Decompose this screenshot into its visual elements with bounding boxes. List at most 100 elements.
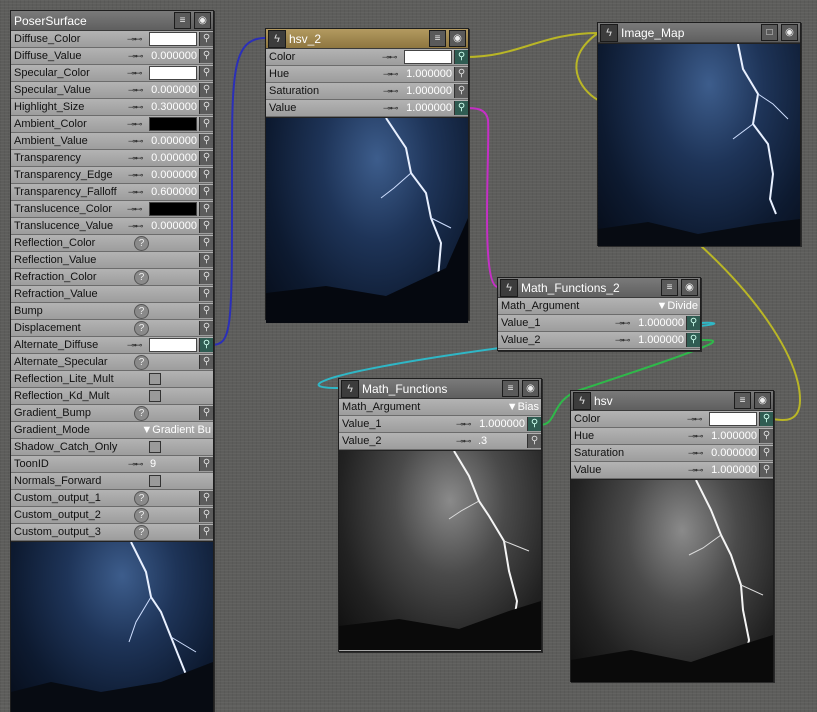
param-value[interactable]: 1.000000 <box>637 317 686 329</box>
param-value[interactable]: 1.000000 <box>710 464 759 476</box>
link-icon[interactable]: ⊸⊷ <box>383 70 403 79</box>
param-row-normals-forward[interactable]: Normals_Forward <box>11 473 213 490</box>
input-socket-icon[interactable]: ⚲ <box>199 253 213 267</box>
param-row-saturation[interactable]: Saturation ⊸⊷ 1.000000 ⚲ <box>266 83 468 100</box>
link-icon[interactable]: ⊸⊷ <box>615 319 635 328</box>
poser-surface-node[interactable]: PoserSurface ≡ ◉ Diffuse_Color ⊸⊷ ⚲ Diffuse… <box>10 10 214 712</box>
options-icon[interactable]: ≡ <box>174 12 191 29</box>
param-row-reflection-value[interactable]: Reflection_Value ⚲ <box>11 252 213 269</box>
param-row-diffuse-color[interactable]: Diffuse_Color ⊸⊷ ⚲ <box>11 31 213 48</box>
math-functions-header[interactable]: ϟ Math_Functions ≡ ◉ <box>339 379 541 399</box>
question-icon[interactable]: ? <box>134 303 149 319</box>
hsv-2-node[interactable]: ϟ hsv_2 ≡ ◉ Color ⊸⊷ ⚲ Hue ⊸⊷ 1.000000 ⚲ Satura… <box>265 28 469 323</box>
color-swatch[interactable] <box>149 32 197 46</box>
input-socket-icon[interactable]: ⚲ <box>199 355 213 369</box>
param-value[interactable]: 1.000000 <box>637 334 686 346</box>
link-icon[interactable]: ⊸⊷ <box>128 86 148 95</box>
link-icon[interactable]: ⊸⊷ <box>456 420 476 429</box>
param-value[interactable]: 0.600000 <box>150 186 199 198</box>
param-row-math-argument[interactable]: Math_Argument ▼Divide <box>498 298 700 315</box>
param-row-transparency[interactable]: Transparency ⊸⊷ 0.000000 ⚲ <box>11 150 213 167</box>
param-row-translucence-color[interactable]: Translucence_Color ⊸⊷ ⚲ <box>11 201 213 218</box>
param-value[interactable]: 1.000000 <box>710 430 759 442</box>
options-icon[interactable]: ≡ <box>661 279 678 296</box>
link-icon[interactable]: ⊸⊷ <box>128 103 148 112</box>
input-socket-icon[interactable]: ⚲ <box>199 321 213 335</box>
param-row-specular-color[interactable]: Specular_Color ⊸⊷ ⚲ <box>11 65 213 82</box>
hsv-node[interactable]: ϟ hsv ≡ ◉ Color ⊸⊷ ⚲ Hue ⊸⊷ 1.000000 ⚲ Saturati… <box>570 390 774 682</box>
color-swatch[interactable] <box>149 202 197 216</box>
link-icon[interactable]: ⊸⊷ <box>383 87 403 96</box>
link-icon[interactable]: ⊸⊷ <box>127 205 147 214</box>
input-socket-icon[interactable]: ⚲ <box>199 151 213 165</box>
param-value[interactable]: 0.300000 <box>150 101 199 113</box>
question-icon[interactable]: ? <box>134 269 149 285</box>
link-icon[interactable]: ⊸⊷ <box>127 69 147 78</box>
input-socket-icon[interactable]: ⚲ <box>686 333 700 347</box>
dropdown-select[interactable]: ▼Bias <box>507 401 541 413</box>
param-row-custom-output-1[interactable]: Custom_output_1? ⚲ <box>11 490 213 507</box>
param-value[interactable]: 1.000000 <box>405 85 454 97</box>
param-value[interactable]: 0.000000 <box>150 135 199 147</box>
color-swatch[interactable] <box>709 412 757 426</box>
link-icon[interactable]: ⊸⊷ <box>128 460 148 469</box>
input-socket-icon[interactable]: ⚲ <box>454 67 468 81</box>
link-icon[interactable]: ⊸⊷ <box>128 154 148 163</box>
input-socket-icon[interactable]: ⚲ <box>199 83 213 97</box>
param-value[interactable]: 1.000000 <box>405 68 454 80</box>
param-row-value[interactable]: Value ⊸⊷ 1.000000 ⚲ <box>266 100 468 117</box>
param-row-reflection-kd-mult[interactable]: Reflection_Kd_Mult <box>11 388 213 405</box>
input-socket-icon[interactable]: ⚲ <box>199 185 213 199</box>
link-icon[interactable]: ⊸⊷ <box>456 437 476 446</box>
param-row-highlight-size[interactable]: Highlight_Size ⊸⊷ 0.300000 ⚲ <box>11 99 213 116</box>
input-socket-icon[interactable]: ⚲ <box>686 316 700 330</box>
input-socket-icon[interactable]: ⚲ <box>527 417 541 431</box>
param-row-shadow-catch-only[interactable]: Shadow_Catch_Only <box>11 439 213 456</box>
param-value[interactable]: 0.000000 <box>710 447 759 459</box>
param-value[interactable]: 0.000000 <box>150 152 199 164</box>
param-row-custom-output-2[interactable]: Custom_output_2? ⚲ <box>11 507 213 524</box>
input-socket-icon[interactable]: ⚲ <box>454 101 468 115</box>
param-row-alternate-diffuse[interactable]: Alternate_Diffuse ⊸⊷ ⚲ <box>11 337 213 354</box>
link-icon[interactable]: ⊸⊷ <box>127 35 147 44</box>
param-row-math-argument[interactable]: Math_Argument ▼Bias <box>339 399 541 416</box>
link-icon[interactable]: ⊸⊷ <box>128 137 148 146</box>
input-socket-icon[interactable]: ⚲ <box>199 525 213 539</box>
param-row-color[interactable]: Color ⊸⊷ ⚲ <box>266 49 468 66</box>
param-row-value-2[interactable]: Value_2 ⊸⊷ 1.000000 ⚲ <box>498 332 700 349</box>
math-functions-2-node[interactable]: ϟ Math_Functions_2 ≡ ◉ Math_Argument ▼Div… <box>497 277 701 351</box>
question-icon[interactable]: ? <box>134 235 149 251</box>
param-row-transparency-edge[interactable]: Transparency_Edge ⊸⊷ 0.000000 ⚲ <box>11 167 213 184</box>
math-functions-node[interactable]: ϟ Math_Functions ≡ ◉ Math_Argument ▼Bias V… <box>338 378 542 652</box>
input-socket-icon[interactable]: ⚲ <box>199 287 213 301</box>
link-icon[interactable]: ⊸⊷ <box>615 336 635 345</box>
preview-toggle-icon[interactable]: ◉ <box>522 380 539 397</box>
input-socket-icon[interactable]: ⚲ <box>759 429 773 443</box>
question-icon[interactable]: ? <box>134 507 149 523</box>
input-socket-icon[interactable]: ⚲ <box>199 134 213 148</box>
dropdown-select[interactable]: ▼Divide <box>657 300 700 312</box>
link-icon[interactable]: ⊸⊷ <box>688 432 708 441</box>
param-row-hue[interactable]: Hue ⊸⊷ 1.000000 ⚲ <box>571 428 773 445</box>
param-row-gradient-mode[interactable]: Gradient_Mode ▼Gradient Bu <box>11 422 213 439</box>
input-socket-icon[interactable]: ⚲ <box>759 446 773 460</box>
input-socket-icon[interactable]: ⚲ <box>527 434 541 448</box>
link-icon[interactable]: ⊸⊷ <box>128 222 148 231</box>
param-row-hue[interactable]: Hue ⊸⊷ 1.000000 ⚲ <box>266 66 468 83</box>
link-icon[interactable]: ⊸⊷ <box>382 53 402 62</box>
param-row-reflection-lite-mult[interactable]: Reflection_Lite_Mult <box>11 371 213 388</box>
param-row-value-1[interactable]: Value_1 ⊸⊷ 1.000000 ⚲ <box>339 416 541 433</box>
poser-surface-header[interactable]: PoserSurface ≡ ◉ <box>11 11 213 31</box>
checkbox[interactable] <box>149 390 161 402</box>
param-row-diffuse-value[interactable]: Diffuse_Value ⊸⊷ 0.000000 ⚲ <box>11 48 213 65</box>
checkbox[interactable] <box>149 475 161 487</box>
param-row-bump[interactable]: Bump? ⚲ <box>11 303 213 320</box>
link-icon[interactable]: ⊸⊷ <box>688 466 708 475</box>
question-icon[interactable]: ? <box>134 320 149 336</box>
options-icon[interactable]: □ <box>761 24 778 41</box>
input-socket-icon[interactable]: ⚲ <box>199 49 213 63</box>
param-row-custom-output-3[interactable]: Custom_output_3? ⚲ <box>11 524 213 541</box>
input-socket-icon[interactable]: ⚲ <box>199 168 213 182</box>
color-swatch[interactable] <box>149 338 197 352</box>
input-socket-icon[interactable]: ⚲ <box>199 117 213 131</box>
